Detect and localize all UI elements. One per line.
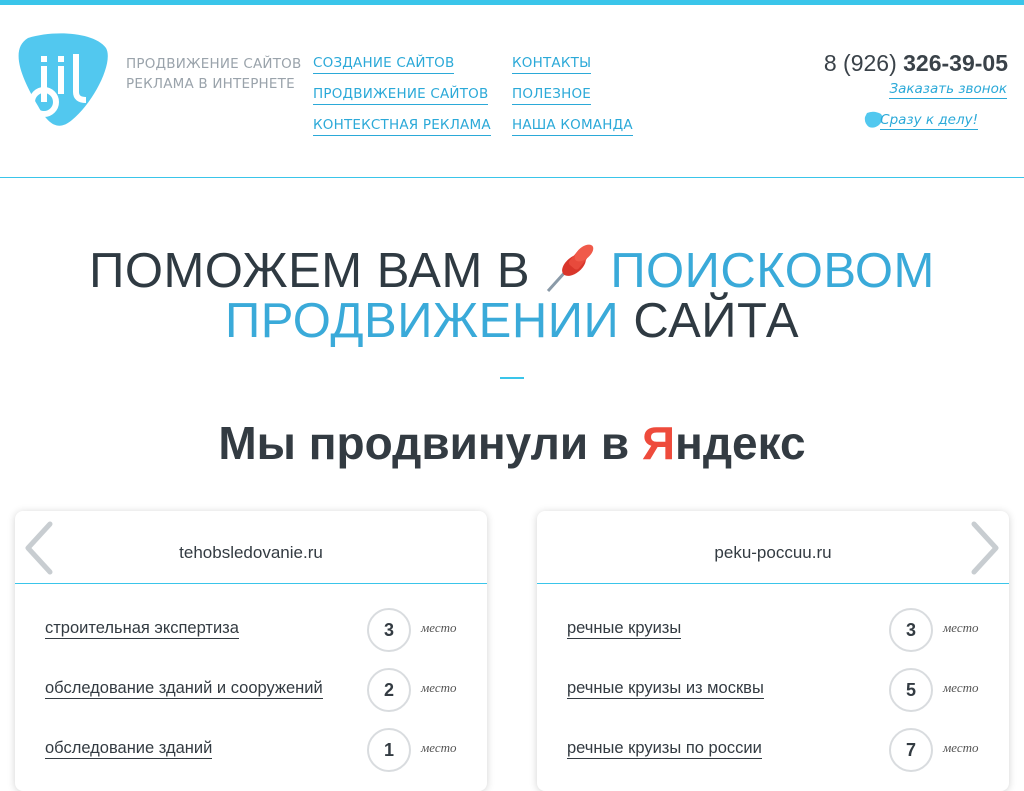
position-badge: 2 <box>367 668 411 712</box>
keyword-link[interactable]: речные круизы из москвы <box>567 678 764 699</box>
nav-column-services: СОЗДАНИЕ САЙТОВ ПРОДВИЖЕНИЕ САЙТОВ КОНТЕ… <box>313 53 491 146</box>
request-call-link[interactable]: Заказать звонок <box>889 80 1007 99</box>
tagline: ПРОДВИЖЕНИЕ САЙТОВ РЕКЛАМА В ИНТЕРНЕТЕ <box>126 54 301 94</box>
keyword-link[interactable]: речные круизы по россии <box>567 738 762 759</box>
position-unit: место <box>943 620 979 635</box>
keyword-link[interactable]: речные круизы <box>567 618 682 639</box>
nav-link-team[interactable]: НАША КОМАНДА <box>512 115 633 136</box>
hero-line-1: ПОМОЖЕМ ВАМ В ПОИСКОВОМ <box>0 243 1024 296</box>
ranking-row: речные круизы по россии 7 место <box>567 728 987 772</box>
ranking-row: обследование зданий и сооружений 2 место <box>45 668 465 712</box>
ranking-row: речные круизы из москвы 5 место <box>567 668 987 712</box>
hero-text-blue-1: ПОИСКОВОМ <box>610 244 935 298</box>
nav-link-site-creation[interactable]: СОЗДАНИЕ САЙТОВ <box>313 53 455 74</box>
keyword-link[interactable]: строительная экспертиза <box>45 618 239 639</box>
ranking-row: обследование зданий 1 место <box>45 728 465 772</box>
section-title: Мы продвинули в Яндекс <box>0 416 1024 470</box>
result-card-1: tehobsledovanie.ru строительная эксперти… <box>15 511 487 791</box>
tagline-line-2: РЕКЛАМА В ИНТЕРНЕТЕ <box>126 76 295 92</box>
header-divider <box>0 177 1024 178</box>
position-unit: место <box>421 620 457 635</box>
keyword-link[interactable]: обследование зданий и сооружений <box>45 678 323 699</box>
nav-link-context-ads[interactable]: КОНТЕКСТНАЯ РЕКЛАМА <box>313 115 491 136</box>
position-unit: место <box>421 740 457 755</box>
card-site-name: peku-poccuu.ru <box>537 511 1009 584</box>
position-badge: 3 <box>889 608 933 652</box>
ranking-row: речные круизы 3 место <box>567 608 987 652</box>
position-badge: 1 <box>367 728 411 772</box>
keyword-link[interactable]: обследование зданий <box>45 738 213 759</box>
hero-text-dark-2: САЙТА <box>633 294 800 348</box>
phone-code: 8 (926) <box>823 50 897 76</box>
position-badge: 3 <box>367 608 411 652</box>
tagline-line-1: ПРОДВИЖЕНИЕ САЙТОВ <box>126 56 302 72</box>
carousel-prev-arrow-icon[interactable] <box>22 520 56 576</box>
straight-to-business-link[interactable]: Сразу к делу! <box>880 111 978 130</box>
nav-link-contacts[interactable]: КОНТАКТЫ <box>512 53 592 74</box>
company-logo[interactable] <box>14 32 112 128</box>
position-unit: место <box>943 680 979 695</box>
result-card-2: peku-poccuu.ru речные круизы 3 место реч… <box>537 511 1009 791</box>
yandex-rest: ндекс <box>675 417 806 469</box>
yandex-letter-ya: Я <box>641 417 676 469</box>
phone-number[interactable]: 8 (926) 326-39-05 <box>824 50 1008 77</box>
section-title-prefix: Мы продвинули в <box>218 417 642 469</box>
nav-link-site-promotion[interactable]: ПРОДВИЖЕНИЕ САЙТОВ <box>313 84 489 105</box>
ranking-row: строительная экспертиза 3 место <box>45 608 465 652</box>
carousel-next-arrow-icon[interactable] <box>968 520 1002 576</box>
hero-line-2: ПРОДВИЖЕНИИ САЙТА <box>0 296 1024 346</box>
hero-text-blue-2: ПРОДВИЖЕНИИ <box>224 294 620 348</box>
top-accent-bar <box>0 0 1024 5</box>
position-badge: 5 <box>889 668 933 712</box>
position-badge: 7 <box>889 728 933 772</box>
section-dash <box>500 377 524 379</box>
hero-text-dark-1: ПОМОЖЕМ ВАМ В <box>89 244 531 298</box>
hero-heading: ПОМОЖЕМ ВАМ В ПОИСКОВОМ ПРОДВИЖЕНИИ САЙТ… <box>0 243 1024 346</box>
position-unit: место <box>421 680 457 695</box>
pushpin-icon <box>547 244 594 293</box>
phone-digits: 326-39-05 <box>903 50 1008 76</box>
position-unit: место <box>943 740 979 755</box>
card-site-name: tehobsledovanie.ru <box>15 511 487 584</box>
nav-link-useful[interactable]: ПОЛЕЗНОЕ <box>512 84 592 105</box>
nav-column-info: КОНТАКТЫ ПОЛЕЗНОЕ НАША КОМАНДА <box>512 53 633 146</box>
